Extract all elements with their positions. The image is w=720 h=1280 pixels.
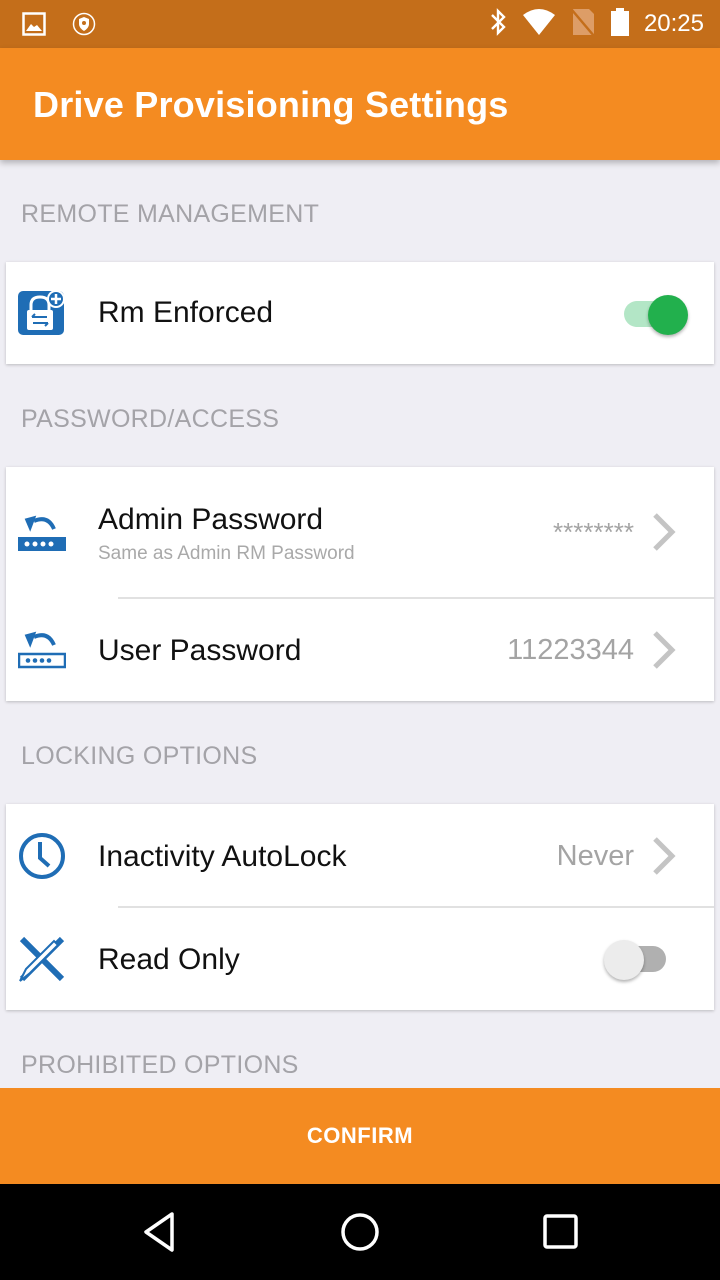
setting-label: Read Only [98, 943, 240, 976]
back-icon[interactable] [138, 1210, 182, 1254]
chevron-right-icon [650, 630, 678, 670]
section-header-remote-management: REMOTE MANAGEMENT [21, 200, 320, 228]
home-icon[interactable] [338, 1210, 382, 1254]
setting-label: User Password [98, 634, 302, 667]
setting-row-rm-enforced[interactable]: Rm Enforced [6, 262, 714, 364]
toggle-thumb [604, 940, 644, 980]
status-bar: 20:25 [0, 0, 720, 48]
setting-label: Rm Enforced [98, 296, 274, 329]
chevron-right-icon [650, 512, 678, 552]
battery-icon [610, 7, 630, 42]
section-header-prohibited-options: PROHIBITED OPTIONS [21, 1051, 299, 1079]
setting-label: Admin Password [98, 503, 324, 536]
read-only-toggle[interactable] [604, 937, 674, 981]
page-title: Drive Provisioning Settings [33, 84, 509, 125]
setting-value: 11223344 [507, 634, 634, 666]
recents-icon[interactable] [538, 1210, 582, 1254]
settings-list[interactable]: REMOTE MANAGEMENT Rm Enforced PASSWORD/A… [0, 160, 720, 1088]
clock-icon [18, 832, 66, 880]
setting-row-admin-password[interactable]: Admin Password Same as Admin RM Password… [6, 467, 714, 598]
rm-enforced-toggle[interactable] [620, 292, 690, 336]
confirm-button[interactable]: CONFIRM [0, 1088, 720, 1184]
password-reset-icon [17, 625, 67, 673]
image-notification-icon [22, 12, 46, 41]
confirm-label: CONFIRM [306, 1123, 414, 1148]
lock-add-icon [18, 289, 66, 337]
shield-notification-icon [72, 12, 96, 41]
section-header-locking-options: LOCKING OPTIONS [21, 742, 258, 770]
bluetooth-icon [488, 7, 508, 42]
no-sim-icon [570, 7, 596, 42]
setting-sublabel: Same as Admin RM Password [98, 543, 355, 564]
setting-row-read-only[interactable]: Read Only [6, 907, 714, 1010]
section-header-password-access: PASSWORD/ACCESS [21, 405, 280, 433]
setting-value: Never [556, 840, 634, 872]
setting-row-user-password[interactable]: User Password 11223344 [6, 598, 714, 701]
chevron-right-icon [650, 836, 678, 876]
setting-label: Inactivity AutoLock [98, 840, 347, 873]
status-time: 20:25 [643, 10, 704, 37]
toggle-thumb [648, 295, 688, 335]
system-nav-bar [0, 1184, 720, 1280]
locking-options-card: Inactivity AutoLock Never Read Only [6, 804, 714, 1010]
setting-row-inactivity-autolock[interactable]: Inactivity AutoLock Never [6, 804, 714, 907]
wifi-icon [522, 8, 556, 41]
app-bar: Drive Provisioning Settings [0, 48, 720, 160]
remote-management-card: Rm Enforced [6, 262, 714, 364]
setting-value: ******** [553, 517, 634, 547]
no-write-icon [18, 935, 66, 983]
password-access-card: Admin Password Same as Admin RM Password… [6, 467, 714, 701]
password-reset-icon [18, 509, 66, 557]
